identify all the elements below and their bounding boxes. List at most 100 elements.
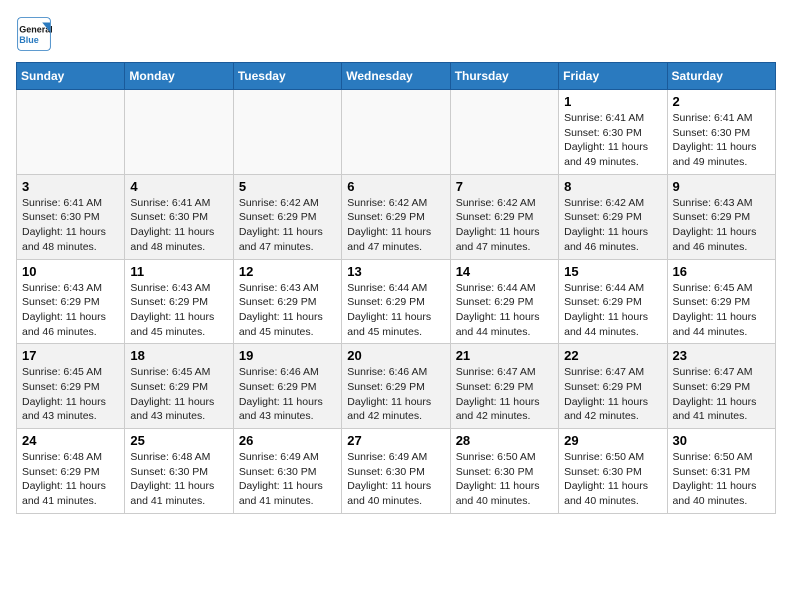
calendar-day-30: 30Sunrise: 6:50 AMSunset: 6:31 PMDayligh…: [667, 429, 775, 514]
day-number: 3: [22, 179, 119, 194]
day-info: Sunrise: 6:41 AMSunset: 6:30 PMDaylight:…: [564, 111, 661, 170]
day-number: 22: [564, 348, 661, 363]
calendar-week-row: 10 Sunrise: 6:43 AMSunset: 6:29 PMDayligh…: [17, 259, 776, 344]
day-info: Sunrise: 6:41 AMSunset: 6:30 PMDaylight:…: [22, 196, 119, 255]
calendar-week-row: 3 Sunrise: 6:41 AMSunset: 6:30 PMDaylight…: [17, 174, 776, 259]
day-info: Sunrise: 6:42 AMSunset: 6:29 PMDaylight:…: [347, 196, 444, 255]
day-info: Sunrise: 6:45 AMSunset: 6:29 PMDaylight:…: [130, 365, 227, 424]
day-number: 16: [673, 264, 770, 279]
calendar-empty-cell: [125, 90, 233, 175]
calendar-empty-cell: [342, 90, 450, 175]
day-info: Sunrise: 6:48 AMSunset: 6:29 PMDaylight:…: [22, 450, 119, 509]
day-number: 29: [564, 433, 661, 448]
day-info: Sunrise: 6:43 AMSunset: 6:29 PMDaylight:…: [130, 281, 227, 340]
weekday-header-row: SundayMondayTuesdayWednesdayThursdayFrid…: [17, 63, 776, 90]
weekday-header-sunday: Sunday: [17, 63, 125, 90]
calendar-empty-cell: [233, 90, 341, 175]
calendar-header: SundayMondayTuesdayWednesdayThursdayFrid…: [17, 63, 776, 90]
calendar-day-20: 20 Sunrise: 6:46 AMSunset: 6:29 PMDayligh…: [342, 344, 450, 429]
day-number: 23: [673, 348, 770, 363]
calendar-day-5: 5 Sunrise: 6:42 AMSunset: 6:29 PMDaylight…: [233, 174, 341, 259]
day-number: 26: [239, 433, 336, 448]
day-number: 11: [130, 264, 227, 279]
day-number: 12: [239, 264, 336, 279]
calendar-day-25: 25 Sunrise: 6:48 AMSunset: 6:30 PMDayligh…: [125, 429, 233, 514]
calendar-empty-cell: [450, 90, 558, 175]
calendar-day-23: 23 Sunrise: 6:47 AMSunset: 6:29 PMDayligh…: [667, 344, 775, 429]
day-info: Sunrise: 6:48 AMSunset: 6:30 PMDaylight:…: [130, 450, 227, 509]
day-number: 13: [347, 264, 444, 279]
calendar-day-12: 12 Sunrise: 6:43 AMSunset: 6:29 PMDayligh…: [233, 259, 341, 344]
day-number: 19: [239, 348, 336, 363]
day-info: Sunrise: 6:49 AMSunset: 6:30 PMDaylight:…: [347, 450, 444, 509]
day-number: 10: [22, 264, 119, 279]
calendar-day-15: 15Sunrise: 6:44 AMSunset: 6:29 PMDayligh…: [559, 259, 667, 344]
calendar-day-17: 17Sunrise: 6:45 AMSunset: 6:29 PMDayligh…: [17, 344, 125, 429]
day-info: Sunrise: 6:42 AMSunset: 6:29 PMDaylight:…: [239, 196, 336, 255]
day-info: Sunrise: 6:45 AMSunset: 6:29 PMDaylight:…: [673, 281, 770, 340]
day-number: 5: [239, 179, 336, 194]
calendar-day-8: 8Sunrise: 6:42 AMSunset: 6:29 PMDaylight…: [559, 174, 667, 259]
calendar-table: SundayMondayTuesdayWednesdayThursdayFrid…: [16, 62, 776, 514]
calendar-day-14: 14 Sunrise: 6:44 AMSunset: 6:29 PMDayligh…: [450, 259, 558, 344]
logo-icon: General Blue: [16, 16, 52, 52]
calendar-day-26: 26 Sunrise: 6:49 AMSunset: 6:30 PMDayligh…: [233, 429, 341, 514]
calendar-day-18: 18 Sunrise: 6:45 AMSunset: 6:29 PMDayligh…: [125, 344, 233, 429]
logo: General Blue: [16, 16, 52, 52]
day-info: Sunrise: 6:44 AMSunset: 6:29 PMDaylight:…: [347, 281, 444, 340]
day-info: Sunrise: 6:45 AMSunset: 6:29 PMDaylight:…: [22, 365, 119, 424]
day-number: 9: [673, 179, 770, 194]
day-number: 6: [347, 179, 444, 194]
calendar-day-28: 28Sunrise: 6:50 AMSunset: 6:30 PMDayligh…: [450, 429, 558, 514]
day-info: Sunrise: 6:41 AMSunset: 6:30 PMDaylight:…: [130, 196, 227, 255]
calendar-body: 1 Sunrise: 6:41 AMSunset: 6:30 PMDaylight…: [17, 90, 776, 514]
weekday-header-monday: Monday: [125, 63, 233, 90]
day-number: 8: [564, 179, 661, 194]
day-info: Sunrise: 6:47 AMSunset: 6:29 PMDaylight:…: [564, 365, 661, 424]
weekday-header-saturday: Saturday: [667, 63, 775, 90]
day-number: 18: [130, 348, 227, 363]
day-number: 7: [456, 179, 553, 194]
day-number: 1: [564, 94, 661, 109]
day-number: 27: [347, 433, 444, 448]
day-info: Sunrise: 6:50 AMSunset: 6:30 PMDaylight:…: [564, 450, 661, 509]
day-info: Sunrise: 6:43 AMSunset: 6:29 PMDaylight:…: [22, 281, 119, 340]
day-info: Sunrise: 6:44 AMSunset: 6:29 PMDaylight:…: [456, 281, 553, 340]
calendar-day-3: 3 Sunrise: 6:41 AMSunset: 6:30 PMDaylight…: [17, 174, 125, 259]
calendar-day-9: 9 Sunrise: 6:43 AMSunset: 6:29 PMDaylight…: [667, 174, 775, 259]
day-number: 2: [673, 94, 770, 109]
day-number: 20: [347, 348, 444, 363]
weekday-header-tuesday: Tuesday: [233, 63, 341, 90]
calendar-day-16: 16 Sunrise: 6:45 AMSunset: 6:29 PMDayligh…: [667, 259, 775, 344]
day-number: 15: [564, 264, 661, 279]
day-number: 24: [22, 433, 119, 448]
calendar-day-10: 10 Sunrise: 6:43 AMSunset: 6:29 PMDayligh…: [17, 259, 125, 344]
calendar-day-6: 6 Sunrise: 6:42 AMSunset: 6:29 PMDaylight…: [342, 174, 450, 259]
day-number: 25: [130, 433, 227, 448]
calendar-day-4: 4 Sunrise: 6:41 AMSunset: 6:30 PMDaylight…: [125, 174, 233, 259]
day-info: Sunrise: 6:41 AMSunset: 6:30 PMDaylight:…: [673, 111, 770, 170]
calendar-day-19: 19Sunrise: 6:46 AMSunset: 6:29 PMDayligh…: [233, 344, 341, 429]
day-info: Sunrise: 6:43 AMSunset: 6:29 PMDaylight:…: [673, 196, 770, 255]
weekday-header-thursday: Thursday: [450, 63, 558, 90]
calendar-day-13: 13 Sunrise: 6:44 AMSunset: 6:29 PMDayligh…: [342, 259, 450, 344]
day-number: 30: [673, 433, 770, 448]
day-number: 4: [130, 179, 227, 194]
calendar-day-29: 29 Sunrise: 6:50 AMSunset: 6:30 PMDayligh…: [559, 429, 667, 514]
day-info: Sunrise: 6:46 AMSunset: 6:29 PMDaylight:…: [347, 365, 444, 424]
calendar-week-row: 24 Sunrise: 6:48 AMSunset: 6:29 PMDayligh…: [17, 429, 776, 514]
weekday-header-friday: Friday: [559, 63, 667, 90]
calendar-day-11: 11 Sunrise: 6:43 AMSunset: 6:29 PMDayligh…: [125, 259, 233, 344]
calendar-day-2: 2 Sunrise: 6:41 AMSunset: 6:30 PMDaylight…: [667, 90, 775, 175]
day-number: 14: [456, 264, 553, 279]
calendar-day-27: 27 Sunrise: 6:49 AMSunset: 6:30 PMDayligh…: [342, 429, 450, 514]
weekday-header-wednesday: Wednesday: [342, 63, 450, 90]
day-number: 21: [456, 348, 553, 363]
day-info: Sunrise: 6:47 AMSunset: 6:29 PMDaylight:…: [673, 365, 770, 424]
calendar-day-22: 22 Sunrise: 6:47 AMSunset: 6:29 PMDayligh…: [559, 344, 667, 429]
day-info: Sunrise: 6:43 AMSunset: 6:29 PMDaylight:…: [239, 281, 336, 340]
calendar-day-7: 7 Sunrise: 6:42 AMSunset: 6:29 PMDaylight…: [450, 174, 558, 259]
day-info: Sunrise: 6:42 AMSunset: 6:29 PMDaylight:…: [456, 196, 553, 255]
day-info: Sunrise: 6:49 AMSunset: 6:30 PMDaylight:…: [239, 450, 336, 509]
svg-text:Blue: Blue: [19, 35, 39, 45]
